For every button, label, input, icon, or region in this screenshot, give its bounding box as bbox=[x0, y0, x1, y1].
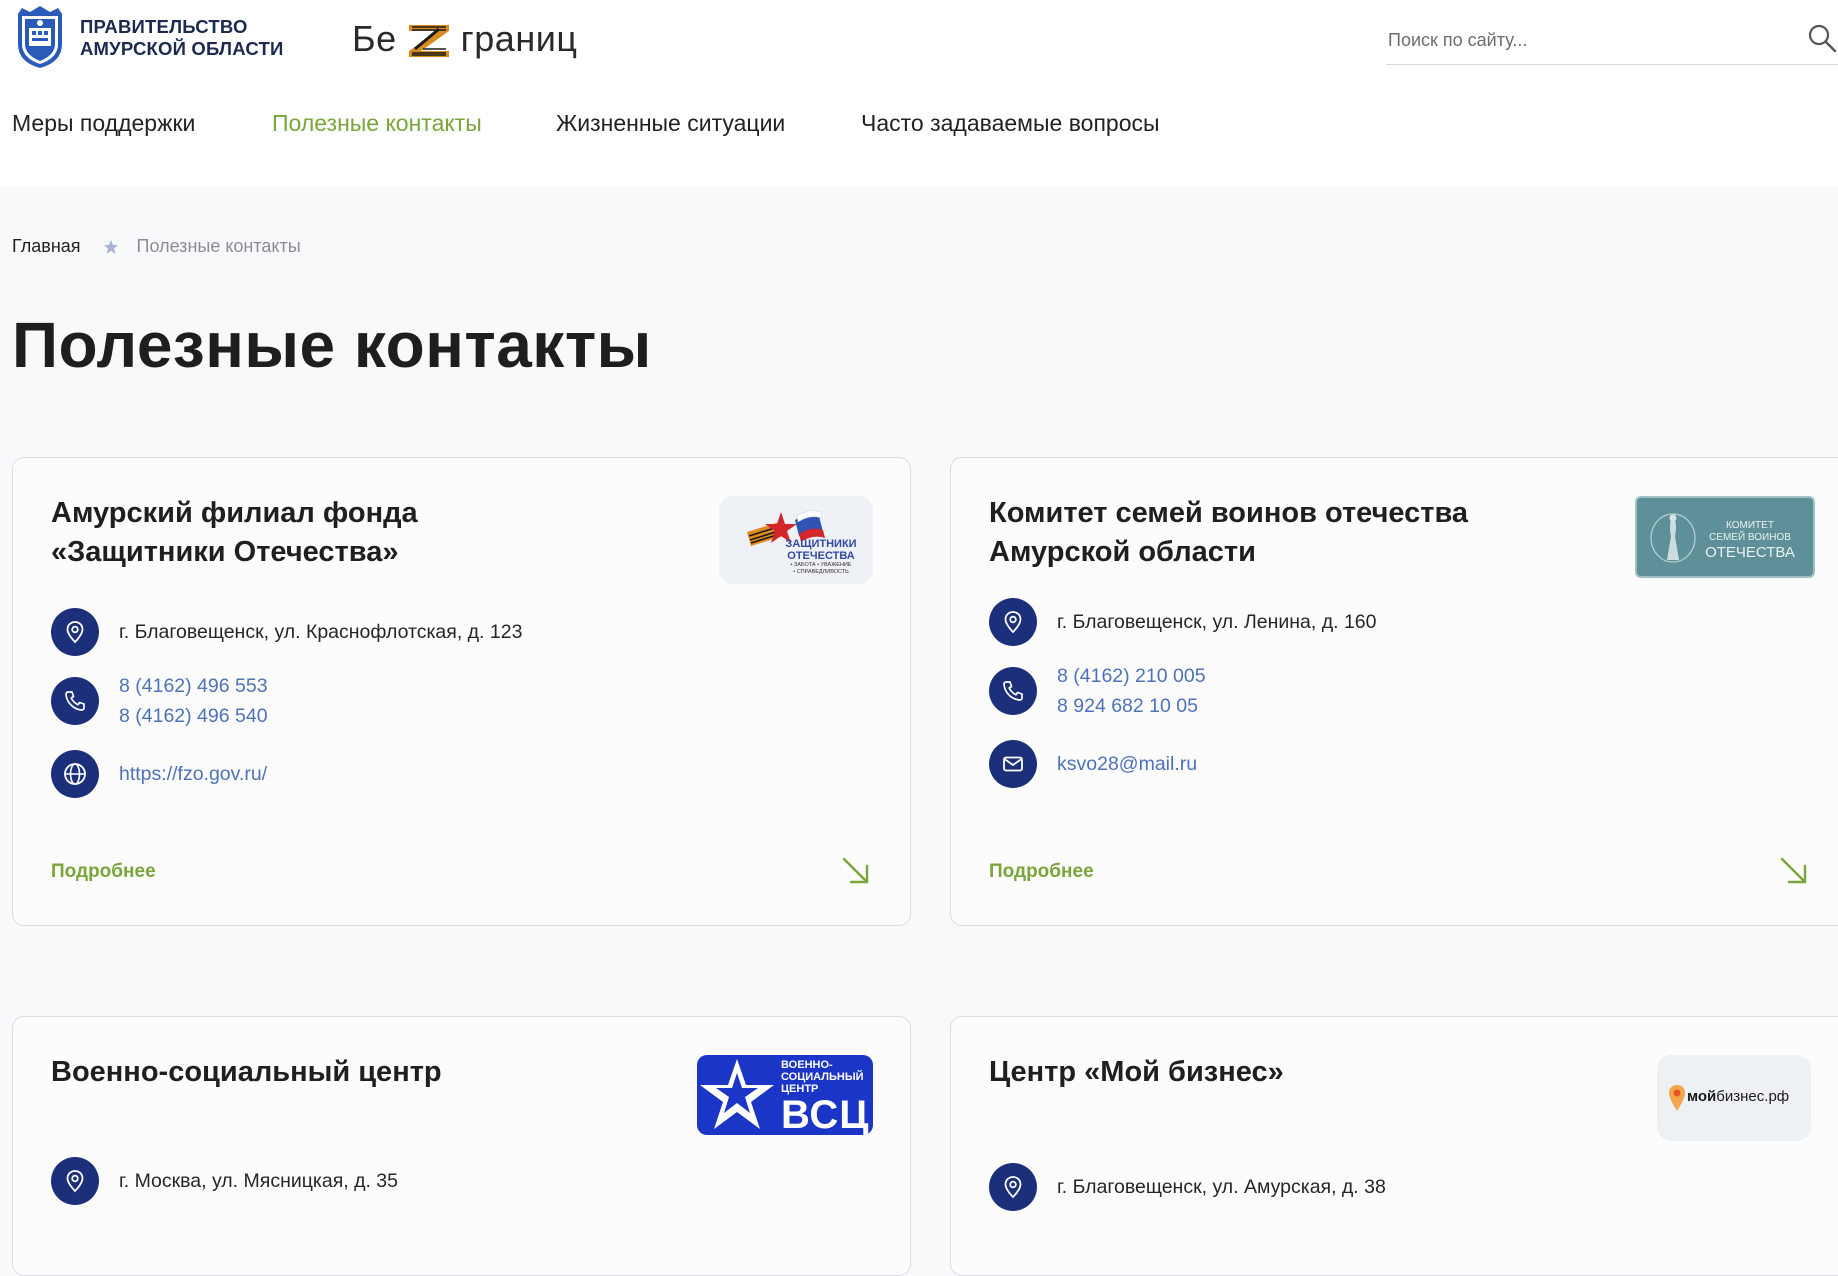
more-link[interactable]: Подробнее bbox=[989, 861, 1094, 883]
card-title-line2: «Защитники Отечества» bbox=[51, 536, 399, 568]
address-text: г. Москва, ул. Мясницкая, д. 35 bbox=[119, 1170, 398, 1192]
search-input[interactable] bbox=[1386, 22, 1790, 58]
address-text: г. Благовещенск, ул. Амурская, д. 38 bbox=[1057, 1176, 1386, 1198]
card-title: Центр «Мой бизнес» bbox=[989, 1053, 1284, 1092]
phone-icon bbox=[51, 677, 99, 725]
logo-text-2: бизнес.рф bbox=[1716, 1088, 1790, 1105]
card-title: Амурский филиал фонда «Защитники Отечест… bbox=[51, 494, 418, 572]
page-title: Полезные контакты bbox=[12, 309, 652, 381]
logo-text-1: мой bbox=[1687, 1088, 1717, 1105]
gov-title-line1: ПРАВИТЕЛЬСТВО bbox=[80, 16, 248, 37]
contact-card-moy-biznes[interactable]: Центр «Мой бизнес» мойбизнес.рф г. Благо… bbox=[950, 1016, 1838, 1276]
search-icon[interactable] bbox=[1806, 22, 1838, 54]
email-link[interactable]: ksvo28@mail.ru bbox=[1057, 749, 1197, 779]
more-link[interactable]: Подробнее bbox=[51, 861, 156, 883]
email-row: ksvo28@mail.ru bbox=[989, 740, 1197, 788]
card-title-line1: Центр «Мой бизнес» bbox=[989, 1056, 1284, 1088]
vsc-logo: ВОЕННО- СОЦИАЛЬНЫЙ ЦЕНТР ВСЦ bbox=[697, 1055, 873, 1135]
logo-text-2: ОТЕЧЕСТВА bbox=[787, 550, 855, 562]
contact-card-zashchitniki[interactable]: Амурский филиал фонда «Защитники Отечест… bbox=[12, 457, 911, 926]
logo-text-4: • СПРАВЕДЛИВОСТЬ bbox=[793, 569, 849, 575]
contact-card-ksvo[interactable]: Комитет семей воинов отечества Амурской … bbox=[950, 457, 1838, 926]
brand-left-text: Бе bbox=[352, 18, 397, 59]
address-row: г. Москва, ул. Мясницкая, д. 35 bbox=[51, 1157, 398, 1205]
card-title-line1: Амурский филиал фонда bbox=[51, 497, 418, 529]
gov-title[interactable]: ПРАВИТЕЛЬСТВО АМУРСКОЙ ОБЛАСТИ bbox=[80, 16, 283, 60]
phone-link[interactable]: 8 (4162) 496 540 bbox=[119, 701, 268, 731]
ksvo-logo: КОМИТЕТ СЕМЕЙ ВОИНОВ ОТЕЧЕСТВА bbox=[1635, 496, 1815, 578]
logo-text-1: КОМИТЕТ bbox=[1726, 520, 1774, 531]
gov-title-line2: АМУРСКОЙ ОБЛАСТИ bbox=[80, 38, 284, 59]
website-row: https://fzo.gov.ru/ bbox=[51, 750, 267, 798]
moy-biznes-logo: мойбизнес.рф bbox=[1657, 1055, 1811, 1141]
location-pin-icon bbox=[51, 1157, 99, 1205]
card-title-line1: Комитет семей воинов отечества bbox=[989, 497, 1469, 529]
address-row: г. Благовещенск, ул. Ленина, д. 160 bbox=[989, 598, 1376, 646]
card-title: Военно-социальный центр bbox=[51, 1053, 442, 1092]
globe-icon bbox=[51, 750, 99, 798]
nav-item-faq[interactable]: Часто задаваемые вопросы bbox=[861, 110, 1160, 137]
breadcrumb-home-link[interactable]: Главная bbox=[12, 236, 81, 257]
logo-text-2: СОЦИАЛЬНЫЙ bbox=[781, 1071, 864, 1083]
card-title: Комитет семей воинов отечества Амурской … bbox=[989, 494, 1468, 572]
address-text: г. Благовещенск, ул. Краснофлотская, д. … bbox=[119, 621, 523, 643]
phone-icon bbox=[989, 667, 1037, 715]
nav-item-support-measures[interactable]: Меры поддержки bbox=[12, 110, 195, 137]
website-link[interactable]: https://fzo.gov.ru/ bbox=[119, 759, 267, 789]
logo-text-3: • ЗАБОТА • УВАЖЕНИЕ bbox=[790, 562, 852, 568]
phone-row: 8 (4162) 496 553 8 (4162) 496 540 bbox=[51, 671, 268, 731]
star-separator-icon bbox=[103, 239, 118, 254]
logo-text-4: ВСЦ bbox=[781, 1093, 870, 1135]
address-row: г. Благовещенск, ул. Краснофлотская, д. … bbox=[51, 608, 522, 656]
site-header: ПРАВИТЕЛЬСТВО АМУРСКОЙ ОБЛАСТИ Бе границ… bbox=[0, 0, 1838, 186]
arrow-down-right-icon[interactable] bbox=[1777, 854, 1811, 888]
phone-link[interactable]: 8 924 682 10 05 bbox=[1057, 691, 1206, 721]
brand-right-text: границ bbox=[460, 18, 578, 59]
card-title-line1: Военно-социальный центр bbox=[51, 1056, 442, 1088]
phone-link[interactable]: 8 (4162) 496 553 bbox=[119, 671, 268, 701]
logo-text-3: ОТЕЧЕСТВА bbox=[1705, 544, 1795, 561]
bez-granits-logo[interactable]: Бе границ bbox=[352, 14, 577, 64]
logo-text-1: ВОЕННО- bbox=[781, 1059, 833, 1071]
breadcrumb-current: Полезные контакты bbox=[136, 236, 301, 256]
logo-text-1: ЗАЩИТНИКИ bbox=[785, 538, 857, 550]
logo-text-2: СЕМЕЙ ВОИНОВ bbox=[1709, 532, 1791, 543]
card-title-line2: Амурской области bbox=[989, 536, 1256, 568]
nav-item-life-situations[interactable]: Жизненные ситуации bbox=[556, 110, 785, 137]
location-pin-icon bbox=[989, 598, 1037, 646]
location-pin-icon bbox=[51, 608, 99, 656]
phone-row: 8 (4162) 210 005 8 924 682 10 05 bbox=[989, 661, 1206, 721]
location-pin-icon bbox=[989, 1163, 1037, 1211]
mail-icon bbox=[989, 740, 1037, 788]
search-box bbox=[1386, 16, 1838, 65]
phone-link[interactable]: 8 (4162) 210 005 bbox=[1057, 661, 1206, 691]
contact-card-vsc[interactable]: Военно-социальный центр ВОЕННО- СОЦИАЛЬН… bbox=[12, 1016, 911, 1276]
zashchitniki-logo: ЗАЩИТНИКИ ОТЕЧЕСТВА • ЗАБОТА • УВАЖЕНИЕ … bbox=[719, 496, 873, 584]
address-text: г. Благовещенск, ул. Ленина, д. 160 bbox=[1057, 611, 1377, 633]
address-row: г. Благовещенск, ул. Амурская, д. 38 bbox=[989, 1163, 1386, 1211]
z-ribbon-icon bbox=[408, 25, 449, 57]
arrow-down-right-icon[interactable] bbox=[839, 854, 873, 888]
nav-item-useful-contacts[interactable]: Полезные контакты bbox=[272, 110, 482, 137]
amur-coat-of-arms-logo[interactable] bbox=[12, 4, 68, 70]
breadcrumb: Главная Полезные контакты bbox=[12, 236, 301, 257]
